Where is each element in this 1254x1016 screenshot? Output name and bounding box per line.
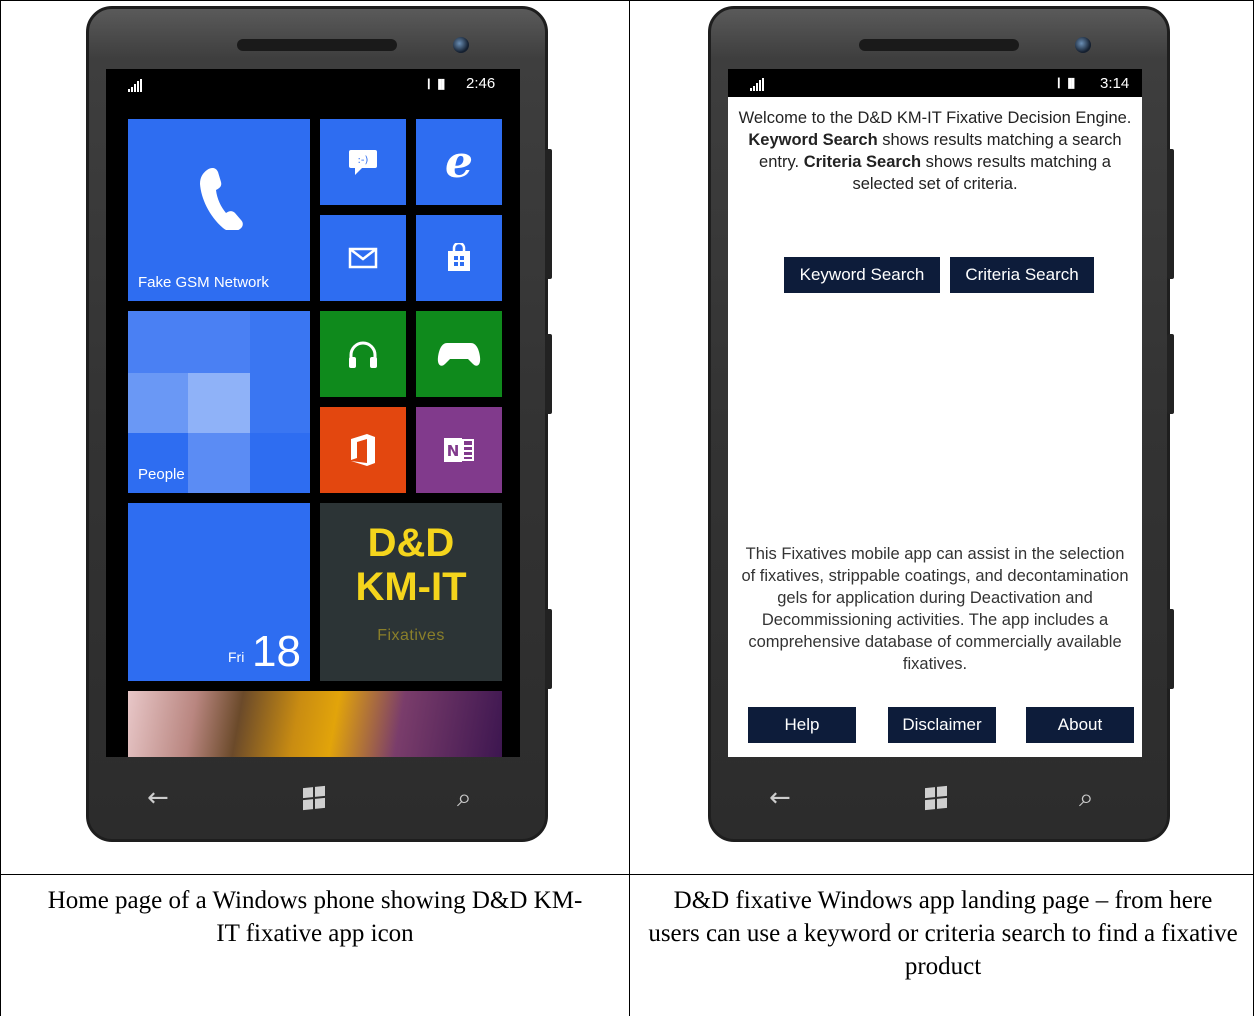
signal-icon <box>750 78 764 91</box>
tile-people-label: People <box>138 466 185 483</box>
camera-button[interactable] <box>1167 609 1174 689</box>
calendar-date: 18 <box>252 627 301 676</box>
welcome-text: Welcome to the D&D KM-IT Fixative Decisi… <box>738 109 1132 193</box>
headphones-icon <box>320 311 406 397</box>
left-phone: ▎▐▌ 2:46 Fake GSM Network :-) e People N… <box>86 6 552 842</box>
right-phone: ▎▐▌ 3:14 Welcome to the D&D KM-IT Fixati… <box>708 6 1174 842</box>
keyword-search-term: Keyword Search <box>748 131 878 149</box>
battery-icon: ▎▐▌ <box>428 79 448 89</box>
tile-phone-label: Fake GSM Network <box>138 274 269 291</box>
xbox-controller-icon <box>416 311 502 397</box>
criteria-search-term: Criteria Search <box>803 153 922 171</box>
phone-icon <box>128 119 310 289</box>
tile-dd-kmit-fixatives-app[interactable]: D&D KM-IT Fixatives <box>320 503 502 681</box>
hardware-nav-bar: ← ⌕ <box>711 761 1167 837</box>
table-border-left <box>0 0 1 1016</box>
status-bar: ▎▐▌ 3:14 <box>728 69 1142 97</box>
internet-explorer-icon: e <box>445 136 473 188</box>
svg-text::-): :-) <box>358 155 369 166</box>
volume-button[interactable] <box>545 149 552 279</box>
status-bar: ▎▐▌ 2:46 <box>106 69 520 99</box>
store-icon <box>416 215 502 301</box>
caption-right: D&D fixative Windows app landing page – … <box>648 887 1238 980</box>
tile-store[interactable] <box>416 215 502 301</box>
tile-messaging[interactable]: :-) <box>320 119 406 205</box>
speaker-grille <box>237 39 397 51</box>
camera-icon <box>453 37 469 53</box>
tile-mail[interactable] <box>320 215 406 301</box>
app-tile-line2: KM-IT <box>355 565 467 609</box>
messaging-icon: :-) <box>320 119 406 205</box>
table-divider-horizontal <box>0 874 1254 875</box>
about-button[interactable]: About <box>1026 707 1134 743</box>
search-icon[interactable]: ⌕ <box>457 783 472 814</box>
signal-icon <box>128 79 142 92</box>
tile-xbox[interactable] <box>416 311 502 397</box>
back-icon[interactable]: ← <box>147 783 169 813</box>
clock: 3:14 <box>1100 75 1130 92</box>
caption-left: Home page of a Windows phone showing D&D… <box>47 887 583 947</box>
table-border-top <box>0 0 1254 1</box>
volume-button[interactable] <box>1167 149 1174 279</box>
camera-icon <box>1075 37 1091 53</box>
tile-people[interactable]: People <box>128 311 310 493</box>
onenote-icon: N <box>416 407 502 493</box>
tile-music[interactable] <box>320 311 406 397</box>
office-icon <box>320 407 406 493</box>
tile-photos[interactable] <box>128 691 502 757</box>
app-tile-line3: Fixatives <box>377 627 445 644</box>
battery-icon: ▎▐▌ <box>1058 78 1078 88</box>
power-button[interactable] <box>545 334 552 414</box>
tile-phone[interactable]: Fake GSM Network <box>128 119 310 301</box>
tile-onenote[interactable]: N <box>416 407 502 493</box>
app-tile-line1: D&D <box>367 521 455 565</box>
criteria-search-button[interactable]: Criteria Search <box>950 257 1094 293</box>
windows-start-icon[interactable] <box>925 785 947 811</box>
clock: 2:46 <box>466 75 496 92</box>
home-screen: ▎▐▌ 2:46 Fake GSM Network :-) e People N… <box>106 69 520 757</box>
table-divider-vertical <box>629 0 630 1016</box>
svg-text:N: N <box>447 442 460 460</box>
power-button[interactable] <box>1167 334 1174 414</box>
disclaimer-button[interactable]: Disclaimer <box>888 707 996 743</box>
keyword-search-button[interactable]: Keyword Search <box>784 257 940 293</box>
hardware-nav-bar: ← ⌕ <box>89 761 545 837</box>
app-screen: ▎▐▌ 3:14 Welcome to the D&D KM-IT Fixati… <box>728 69 1142 757</box>
app-description: This Fixatives mobile app can assist in … <box>741 545 1129 673</box>
windows-start-icon[interactable] <box>303 785 325 811</box>
tile-office[interactable] <box>320 407 406 493</box>
tile-internet-explorer[interactable]: e <box>416 119 502 205</box>
camera-button[interactable] <box>545 609 552 689</box>
back-icon[interactable]: ← <box>769 783 791 813</box>
speaker-grille <box>859 39 1019 51</box>
tile-calendar[interactable]: Fri 18 <box>128 503 310 681</box>
help-button[interactable]: Help <box>748 707 856 743</box>
search-icon[interactable]: ⌕ <box>1079 783 1094 814</box>
calendar-day: Fri <box>228 649 245 665</box>
mail-icon <box>320 215 406 301</box>
